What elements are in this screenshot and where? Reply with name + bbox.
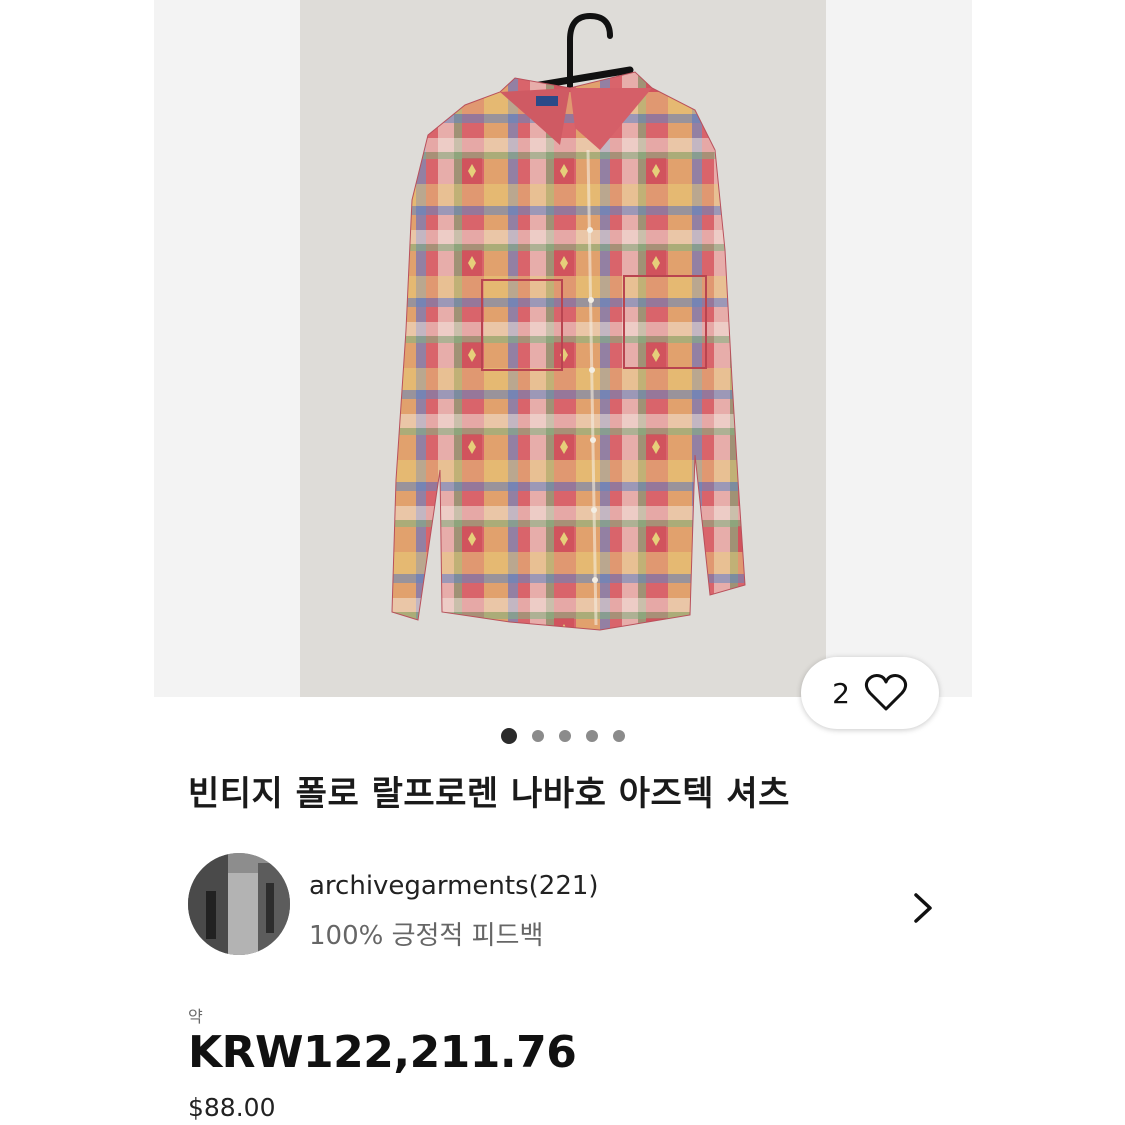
price-krw: KRW122,211.76 <box>188 1027 577 1078</box>
avatar[interactable] <box>188 853 290 955</box>
product-image-gallery[interactable] <box>154 0 972 697</box>
image-pagination[interactable] <box>0 728 1125 744</box>
pagination-dot[interactable] <box>612 730 625 742</box>
pagination-dot[interactable] <box>531 730 544 742</box>
avatar-image <box>188 853 290 955</box>
seller-name[interactable]: archivegarments(221) <box>309 871 599 901</box>
seller-info-row[interactable]: archivegarments(221) 100% 긍정적 피드백 <box>188 853 948 957</box>
heart-outline-icon <box>864 674 907 711</box>
price-usd: $88.00 <box>188 1093 276 1122</box>
product-photo[interactable] <box>300 0 826 697</box>
pagination-dot[interactable] <box>585 730 598 742</box>
chevron-right-icon[interactable] <box>910 891 936 925</box>
pagination-dot[interactable] <box>558 730 571 742</box>
pagination-dot-active[interactable] <box>500 728 517 744</box>
like-button[interactable]: 2 <box>801 657 939 729</box>
shirt-illustration <box>300 0 826 697</box>
listing-title: 빈티지 폴로 랄프로렌 나바호 아즈텍 셔츠 <box>188 774 790 814</box>
seller-feedback: 100% 긍정적 피드백 <box>309 921 544 951</box>
approx-label: 약 <box>188 1007 203 1026</box>
like-count: 2 <box>832 676 850 710</box>
